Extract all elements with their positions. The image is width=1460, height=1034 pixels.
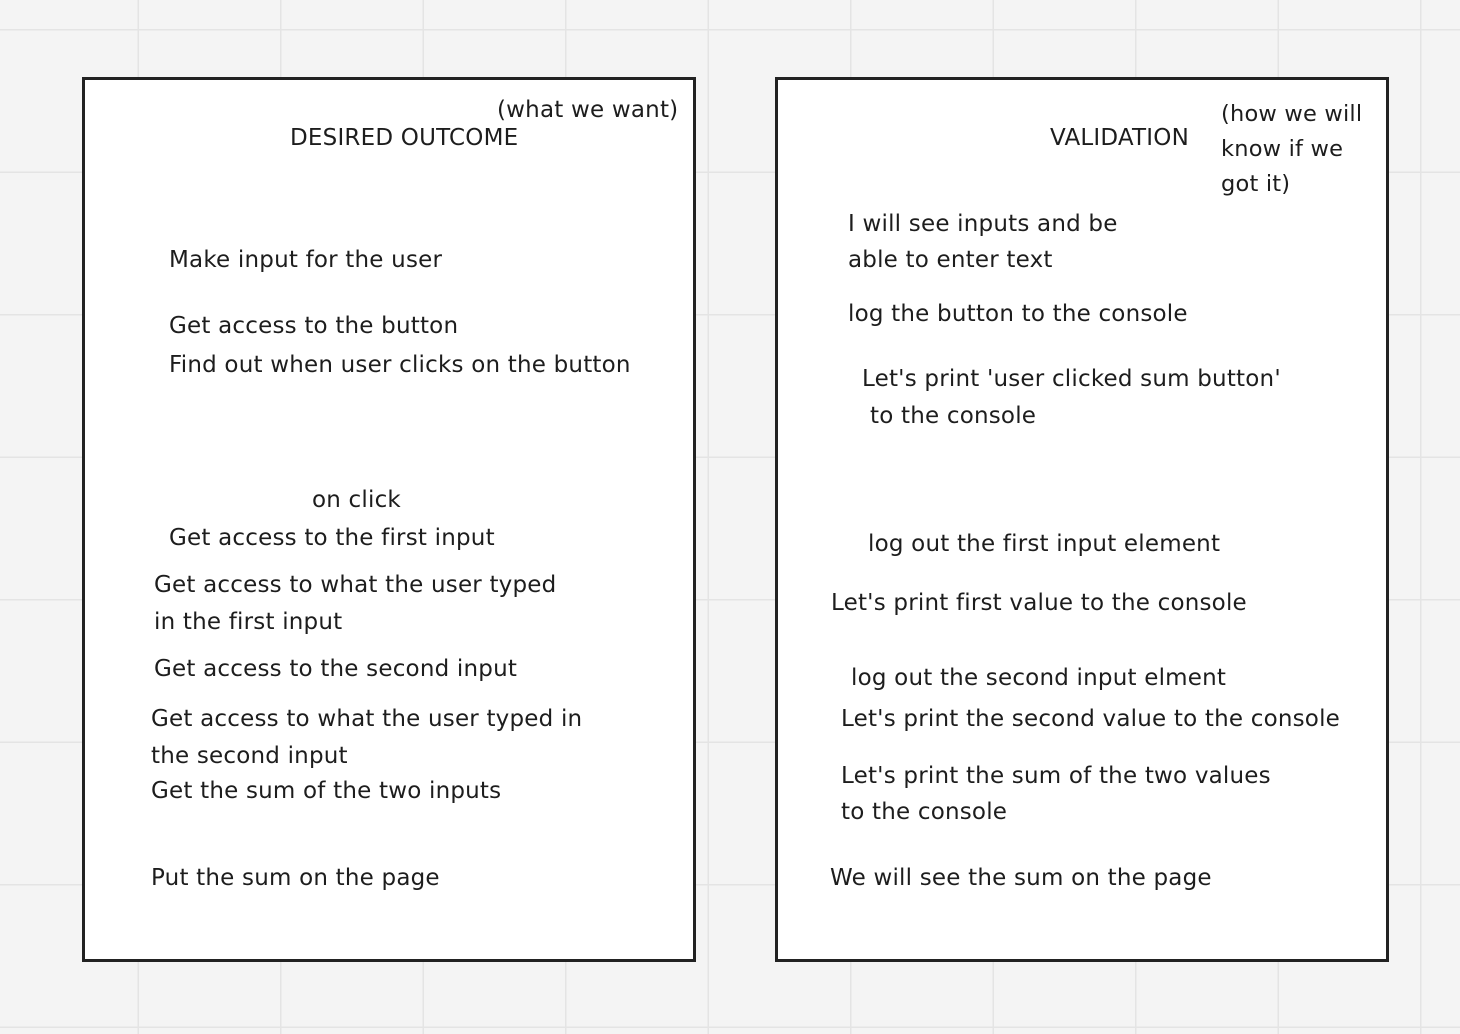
outcome-item: in the first input xyxy=(154,609,343,635)
outcome-item: Get access to the button xyxy=(169,313,459,339)
outcome-item: Put the sum on the page xyxy=(151,865,440,891)
validation-item: Let's print first value to the console xyxy=(831,590,1247,616)
validation-title: VALIDATION xyxy=(1050,125,1189,151)
validation-item: Let's print the second value to the cons… xyxy=(841,706,1341,732)
validation-item: We will see the sum on the page xyxy=(830,865,1212,891)
desired-outcome-note: (what we want) xyxy=(497,97,679,123)
outcome-item: Make input for the user xyxy=(169,247,443,273)
validation-note-line: know if we xyxy=(1221,136,1344,162)
validation-note-line: (how we will xyxy=(1221,101,1363,127)
validation-item: Let's print the sum of the two values xyxy=(841,763,1271,789)
validation-item: to the console xyxy=(870,403,1037,429)
validation-item: to the console xyxy=(841,799,1008,825)
outcome-item: Get access to the first input xyxy=(169,525,495,551)
validation-note-line: got it) xyxy=(1221,171,1291,197)
validation-item: log out the first input element xyxy=(868,531,1221,557)
validation-item: log out the second input elment xyxy=(851,665,1227,691)
validation-item: log the button to the console xyxy=(848,301,1188,327)
outcome-item: on click xyxy=(312,487,401,513)
outcome-item: Get the sum of the two inputs xyxy=(151,778,502,804)
outcome-item: the second input xyxy=(151,743,348,769)
validation-item: I will see inputs and be xyxy=(848,211,1118,237)
outcome-item: Get access to the second input xyxy=(154,656,518,682)
outcome-item: Get access to what the user typed xyxy=(154,572,557,598)
outcome-item: Get access to what the user typed in xyxy=(151,706,583,732)
validation-item: Let's print 'user clicked sum button' xyxy=(862,366,1281,392)
validation-item: able to enter text xyxy=(848,247,1053,273)
outcome-item: Find out when user clicks on the button xyxy=(169,352,631,378)
desired-outcome-title: DESIRED OUTCOME xyxy=(290,125,519,151)
